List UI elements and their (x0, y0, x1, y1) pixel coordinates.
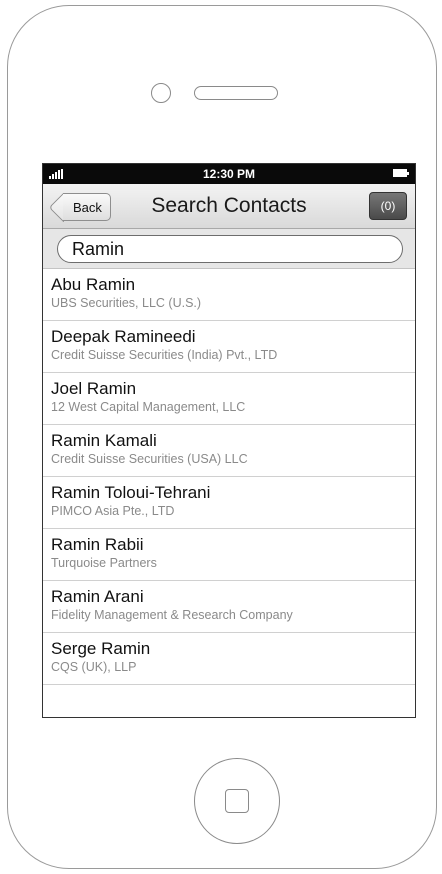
contact-row-ramin-kamali[interactable]: Ramin Kamali Credit Suisse Securities (U… (43, 425, 415, 477)
contact-company: Turquoise Partners (51, 556, 157, 570)
contact-row-abu-ramin[interactable]: Abu Ramin UBS Securities, LLC (U.S.) (43, 269, 415, 321)
contact-row-serge-ramin[interactable]: Serge Ramin CQS (UK), LLP (43, 633, 415, 685)
contact-company: Credit Suisse Securities (USA) LLC (51, 452, 248, 466)
contact-name: Deepak Ramineedi (51, 327, 196, 346)
contact-company: PIMCO Asia Pte., LTD (51, 504, 175, 518)
contact-name: Joel Ramin (51, 379, 137, 398)
contact-row-deepak-ramineedi[interactable]: Deepak Ramineedi Credit Suisse Securitie… (43, 321, 415, 373)
home-button[interactable] (194, 758, 280, 844)
back-button[interactable]: Back (63, 193, 111, 221)
speaker-icon (194, 86, 278, 100)
contact-name: Ramin Arani (51, 587, 144, 606)
contact-name: Serge Ramin (51, 639, 151, 658)
search-input[interactable] (57, 235, 403, 263)
contact-name: Ramin Kamali (51, 431, 157, 450)
camera-icon (151, 83, 171, 103)
contact-row-ramin-rabii[interactable]: Ramin Rabii Turquoise Partners (43, 529, 415, 581)
contact-company: UBS Securities, LLC (U.S.) (51, 296, 202, 310)
contact-row-ramin-toloui-tehrani[interactable]: Ramin Toloui-Tehrani PIMCO Asia Pte., LT… (43, 477, 415, 529)
status-time: 12:30 PM (202, 167, 256, 181)
status-bar: 12:30 PM (43, 164, 415, 184)
contact-company: Fidelity Management & Research Company (51, 608, 293, 622)
contact-company: Credit Suisse Securities (India) Pvt., L… (51, 348, 278, 362)
contact-name: Ramin Toloui-Tehrani (51, 483, 211, 502)
battery-icon (393, 169, 409, 177)
contact-name: Abu Ramin (51, 275, 136, 294)
contact-row-ramin-arani[interactable]: Ramin Arani Fidelity Management & Resear… (43, 581, 415, 633)
contact-company: 12 West Capital Management, LLC (51, 400, 246, 414)
contact-row-joel-ramin[interactable]: Joel Ramin 12 West Capital Management, L… (43, 373, 415, 425)
contact-list: Abu Ramin UBS Securities, LLC (U.S.) Dee… (43, 269, 415, 685)
navigation-bar: Back Search Contacts (0) (43, 184, 415, 229)
home-square-icon (225, 789, 249, 813)
contact-name: Ramin Rabii (51, 535, 144, 554)
selected-count-button[interactable]: (0) (369, 192, 407, 220)
contact-company: CQS (UK), LLP (51, 660, 137, 674)
screen: 12:30 PM Back Search Contacts (0) Abu Ra… (42, 163, 416, 718)
search-bar (43, 229, 415, 269)
